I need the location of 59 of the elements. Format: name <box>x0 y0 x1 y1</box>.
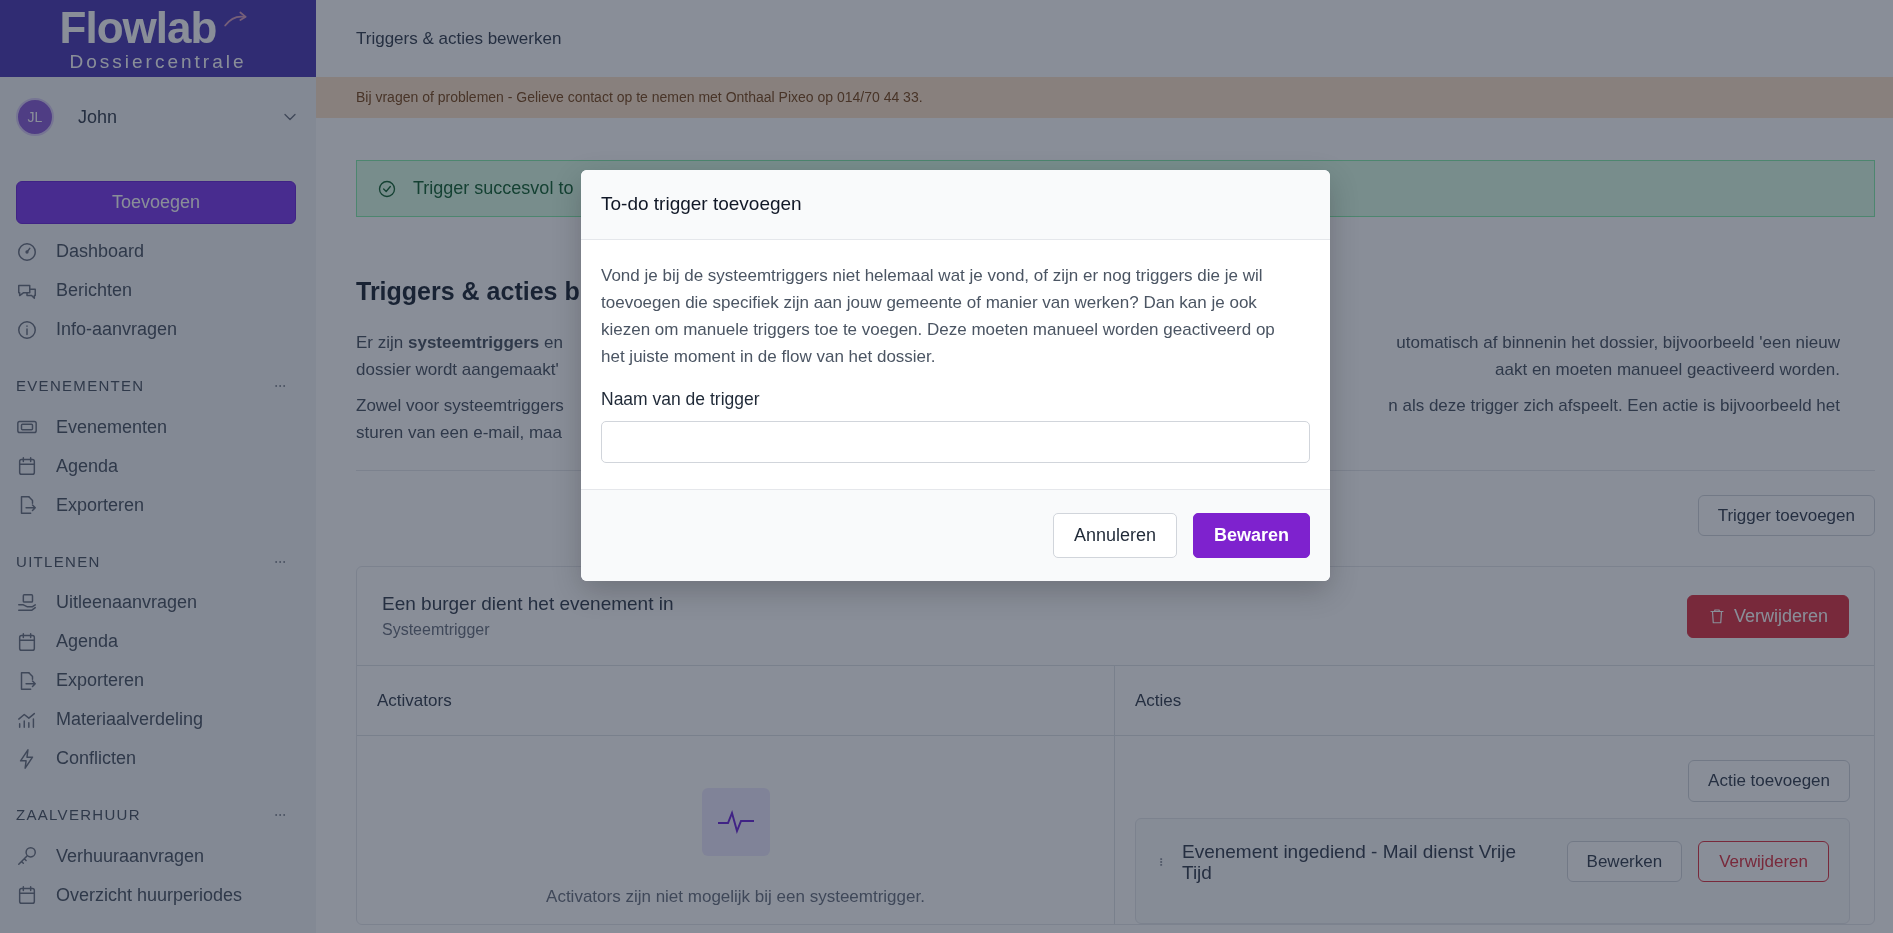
sidebar-item[interactable]: Berichten <box>56 277 133 304</box>
section-title: UITLENEN <box>16 551 101 572</box>
name-field[interactable] <box>601 421 1310 463</box>
paragraph-text: n als deze trigger zich afspeelt. Een actie is bijvoorbeeld het <box>1388 394 1840 417</box>
calendar-icon <box>16 455 38 477</box>
modal-description: Vond je bij de systeemtriggers niet helemaal wat je vond, of zijn er nog triggers die je wil toevoegen die specifiek zijn aan jouw gemeente of manier van werken? Dan kan je ook kiezen om manuele triggers toe te voegen. Deze moeten manueel worden geactiveerd op het juiste moment in de flow van het dossier. <box>601 265 1276 368</box>
sidebar-item[interactable]: Conflicten <box>56 745 137 772</box>
trigger-subtitle: Systeemtrigger <box>382 620 491 641</box>
save-button[interactable]: Bewaren <box>1192 513 1310 558</box>
notice-banner: Bij vragen of problemen - Gelieve contact op te nemen met Onthaal Pixeo op 014/70 44 33. <box>316 77 1893 118</box>
field-label: Naam van de trigger <box>601 388 761 411</box>
logo-subtitle: Dossiercentrale <box>69 52 247 71</box>
delete-button[interactable]: Verwijderen <box>1698 840 1829 883</box>
paragraph-text: sturen van een e-mail, maa <box>356 421 562 444</box>
hand-box-icon <box>16 591 38 614</box>
empty-text: Activators zijn niet mogelijk bij een systeemtrigger. <box>546 886 925 908</box>
calendar-icon <box>16 884 38 906</box>
modal-title: To-do trigger toevoegen <box>601 192 802 217</box>
add-button[interactable]: Toevoegen <box>16 181 296 224</box>
edit-button[interactable]: Bewerken <box>1566 840 1683 883</box>
add-action-button[interactable]: Actie toevoegen <box>1688 760 1850 802</box>
sidebar-item[interactable]: Info-aanvragen <box>56 316 178 343</box>
sidebar-item[interactable]: Agenda <box>56 452 119 480</box>
section-title: ZAALVERHUUR <box>16 805 141 825</box>
paragraph-text: Er zijn systeemtriggers en <box>356 331 563 354</box>
logo-title: Flowlab <box>59 6 217 50</box>
sidebar-item[interactable]: Verhuuraanvragen <box>56 842 205 870</box>
user-name[interactable]: John <box>78 103 280 131</box>
paragraph-text: aakt en moeten manueel geactiveerd worden. <box>1495 358 1840 381</box>
sidebar-item[interactable]: Dashboard <box>56 238 145 265</box>
trash-icon <box>1707 607 1726 625</box>
sidebar-item[interactable]: Uitleenaanvragen <box>56 589 198 616</box>
column-heading: Activators <box>377 689 452 712</box>
delete-button[interactable]: Verwijderen <box>1686 594 1849 638</box>
paragraph-text: dossier wordt aangemaakt' <box>356 358 559 381</box>
add-trigger-button[interactable]: Trigger toevoegen <box>1697 494 1875 536</box>
info-icon <box>16 318 38 341</box>
page-title: Triggers & acties bewerken <box>356 27 562 50</box>
trigger-title: Een burger dient het evenement in <box>382 591 674 616</box>
section-title: EVENEMENTEN <box>16 376 145 396</box>
gauge-icon <box>16 240 38 263</box>
sidebar-item[interactable]: Exporteren <box>56 667 145 694</box>
alert-message: Trigger succesvol to <box>413 177 574 200</box>
sidebar-item[interactable]: Exporteren <box>56 491 145 519</box>
action-title: Evenement ingediend - Mail dienst Vrije Tijd <box>1182 840 1518 883</box>
calendar-icon <box>16 630 38 653</box>
avatar: JL <box>16 98 54 136</box>
pulse-icon <box>701 788 770 856</box>
sidebar-item[interactable]: Agenda <box>56 628 119 655</box>
key-icon <box>16 845 38 867</box>
sidebar-item[interactable]: Evenementen <box>56 413 168 441</box>
paragraph-text: Zowel voor systeemtriggers <box>356 394 564 417</box>
page-heading: Triggers & acties b <box>356 276 580 307</box>
cancel-button[interactable]: Annuleren <box>1052 513 1177 558</box>
sidebar-item[interactable]: Materiaalverdeling <box>56 706 204 733</box>
sidebar-item[interactable]: Overzicht huurperiodes <box>56 881 243 909</box>
column-heading: Acties <box>1135 689 1182 712</box>
check-circle-icon <box>377 178 397 199</box>
paragraph-text: utomatisch af binnenin het dossier, bijvoorbeeld 'een nieuw <box>1396 331 1840 354</box>
